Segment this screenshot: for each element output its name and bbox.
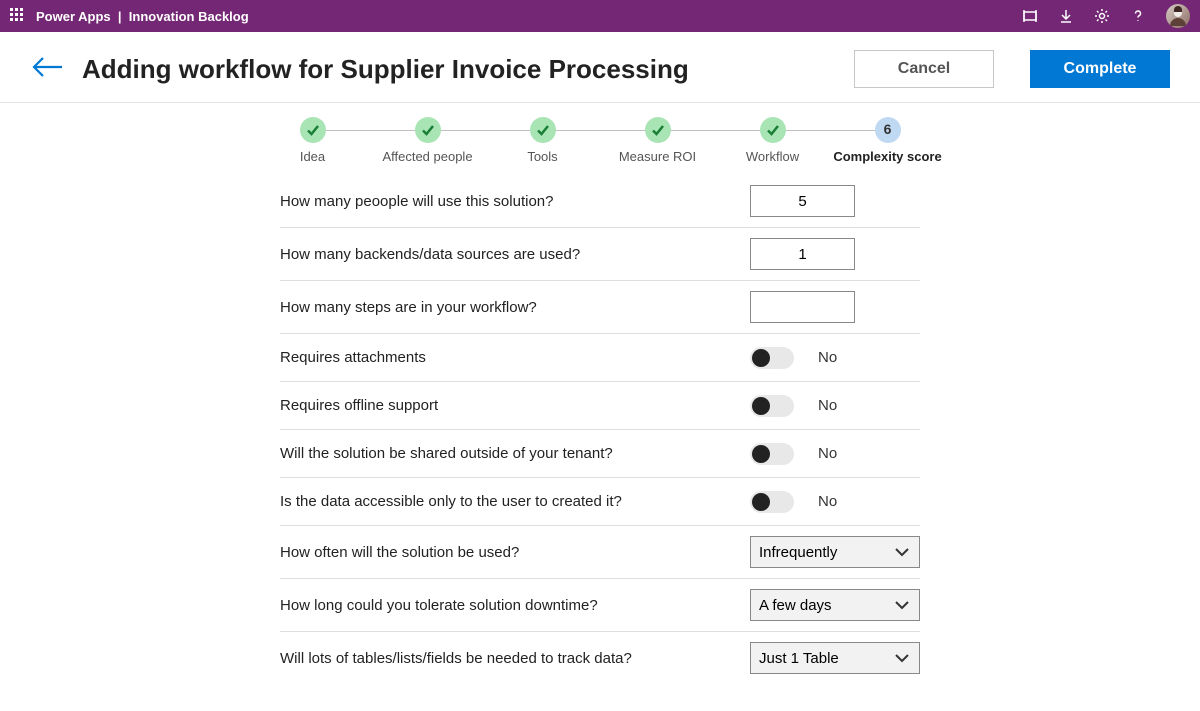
row-workflow-steps: How many steps are in your workflow?: [280, 281, 920, 334]
select-value: Infrequently: [759, 544, 837, 561]
help-icon[interactable]: [1130, 8, 1146, 24]
check-icon: [760, 117, 786, 143]
steps-count-input[interactable]: [750, 291, 855, 323]
step-measure-roi[interactable]: Measure ROI: [600, 117, 715, 165]
question-label: How long could you tolerate solution dow…: [280, 597, 740, 614]
cancel-button[interactable]: Cancel: [854, 50, 994, 88]
row-data-accessible-user: Is the data accessible only to the user …: [280, 478, 920, 526]
question-label: How many steps are in your workflow?: [280, 299, 740, 316]
backends-count-input[interactable]: [750, 238, 855, 270]
row-attachments: Requires attachments No: [280, 334, 920, 382]
chevron-down-icon: [893, 598, 911, 612]
step-label: Affected people: [382, 149, 472, 165]
stepper: Idea Affected people Tools Measure ROI W…: [0, 117, 1200, 165]
step-idea[interactable]: Idea: [255, 117, 370, 165]
downtime-select[interactable]: A few days: [750, 589, 920, 621]
row-tables-needed: Will lots of tables/lists/fields be need…: [280, 632, 920, 684]
step-label: Tools: [527, 149, 557, 165]
step-label: Workflow: [746, 149, 799, 165]
question-label: Is the data accessible only to the user …: [280, 493, 740, 510]
select-value: Just 1 Table: [759, 650, 839, 667]
data-access-toggle[interactable]: [750, 491, 794, 513]
offline-toggle[interactable]: [750, 395, 794, 417]
toggle-value-label: No: [818, 397, 837, 414]
question-label: How many peoople will use this solution?: [280, 193, 740, 210]
select-value: A few days: [759, 597, 832, 614]
question-label: Requires offline support: [280, 397, 740, 414]
step-workflow[interactable]: Workflow: [715, 117, 830, 165]
shared-tenant-toggle[interactable]: [750, 443, 794, 465]
toggle-value-label: No: [818, 493, 837, 510]
download-icon[interactable]: [1058, 8, 1074, 24]
step-tools[interactable]: Tools: [485, 117, 600, 165]
app-launcher-icon[interactable]: [10, 8, 26, 24]
user-avatar[interactable]: [1166, 4, 1190, 28]
chevron-down-icon: [893, 545, 911, 559]
attachments-toggle[interactable]: [750, 347, 794, 369]
step-number-icon: 6: [875, 117, 901, 143]
check-icon: [300, 117, 326, 143]
check-icon: [530, 117, 556, 143]
row-usage-frequency: How often will the solution be used? Inf…: [280, 526, 920, 579]
page-title: Adding workflow for Supplier Invoice Pro…: [82, 54, 836, 85]
step-label: Complexity score: [833, 149, 941, 165]
check-icon: [415, 117, 441, 143]
question-label: How often will the solution be used?: [280, 544, 740, 561]
step-complexity-score[interactable]: 6 Complexity score: [830, 117, 945, 165]
step-label: Idea: [300, 149, 325, 165]
check-icon: [645, 117, 671, 143]
chevron-down-icon: [893, 651, 911, 665]
row-backends: How many backends/data sources are used?: [280, 228, 920, 281]
settings-icon[interactable]: [1094, 8, 1110, 24]
row-downtime-tolerance: How long could you tolerate solution dow…: [280, 579, 920, 632]
complete-button[interactable]: Complete: [1030, 50, 1170, 88]
row-offline: Requires offline support No: [280, 382, 920, 430]
complexity-form: How many peoople will use this solution?…: [280, 175, 920, 684]
back-arrow-icon[interactable]: [30, 54, 64, 85]
question-label: How many backends/data sources are used?: [280, 246, 740, 263]
product-name: Power Apps | Innovation Backlog: [36, 9, 249, 24]
resize-icon[interactable]: [1022, 8, 1038, 24]
step-label: Measure ROI: [619, 149, 696, 165]
question-label: Will the solution be shared outside of y…: [280, 445, 740, 462]
row-people: How many peoople will use this solution?: [280, 175, 920, 228]
page-header: Adding workflow for Supplier Invoice Pro…: [0, 32, 1200, 103]
app-bar: Power Apps | Innovation Backlog: [0, 0, 1200, 32]
frequency-select[interactable]: Infrequently: [750, 536, 920, 568]
toggle-value-label: No: [818, 445, 837, 462]
question-label: Will lots of tables/lists/fields be need…: [280, 650, 740, 667]
question-label: Requires attachments: [280, 349, 740, 366]
toggle-value-label: No: [818, 349, 837, 366]
tables-select[interactable]: Just 1 Table: [750, 642, 920, 674]
row-shared-outside-tenant: Will the solution be shared outside of y…: [280, 430, 920, 478]
step-affected-people[interactable]: Affected people: [370, 117, 485, 165]
people-count-input[interactable]: [750, 185, 855, 217]
